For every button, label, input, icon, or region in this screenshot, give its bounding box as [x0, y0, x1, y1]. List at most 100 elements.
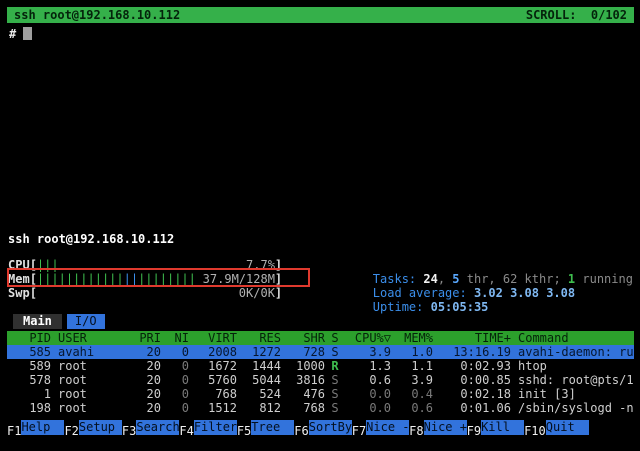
load-15min: 3.08: [546, 286, 575, 300]
uptime-label: Uptime:: [373, 300, 431, 314]
fkey-help[interactable]: F1Help: [7, 420, 64, 435]
bracket: ]: [275, 258, 282, 272]
cell-command: init [3]: [511, 387, 634, 401]
table-row[interactable]: 198 root 20 0 1512 812 768 S 0.0 0.6 0:0…: [7, 401, 634, 415]
cell-pid: 578: [7, 373, 51, 387]
bottom-pane-title: ssh root@192.168.10.112: [7, 231, 634, 247]
fkey-action: Nice +: [424, 420, 467, 435]
uptime-stat: Uptime: 05:05:35: [307, 286, 488, 300]
cell-pri: 20: [127, 373, 161, 387]
cell-command: avahi-daemon: running: [511, 345, 634, 359]
process-table: PID USER PRI NI VIRT RES SHR S CPU%▽ MEM…: [7, 331, 634, 415]
header-command[interactable]: Command: [511, 331, 634, 345]
fkey-nice-minus[interactable]: F7Nice -: [352, 420, 409, 435]
cell-shr: 1000: [281, 359, 325, 373]
top-pane-title: ssh root@192.168.10.112: [14, 8, 180, 22]
cell-state: R: [325, 359, 345, 373]
cell-virt: 768: [189, 387, 237, 401]
fkey-action: Kill: [481, 420, 524, 435]
table-row[interactable]: 589 root 20 0 1672 1444 1000 R 1.3 1.1 0…: [7, 359, 634, 373]
bottom-pane: ssh root@192.168.10.112 CPU[|||7.7%] Tas…: [7, 231, 634, 415]
tab-main[interactable]: Main: [13, 314, 62, 329]
header-pid[interactable]: PID: [7, 331, 51, 345]
cell-pid: 589: [7, 359, 51, 373]
header-res[interactable]: RES: [237, 331, 281, 345]
cell-command: htop: [511, 359, 634, 373]
fkey-tree[interactable]: F5Tree: [237, 420, 294, 435]
cell-state: S: [325, 373, 345, 387]
fkey-search[interactable]: F3Search: [122, 420, 179, 435]
cell-cpu: 0.6: [345, 373, 391, 387]
cpu-meter: CPU[|||7.7%]: [7, 258, 307, 272]
table-row-selected[interactable]: 585 avahi 20 0 2008 1272 728 S 3.9 1.0 1…: [7, 345, 634, 359]
cell-pid: 1: [7, 387, 51, 401]
header-cpu-sort[interactable]: CPU%▽: [345, 331, 391, 345]
cell-pri: 20: [127, 359, 161, 373]
fkey-label: F10: [524, 424, 546, 438]
bracket: [: [30, 258, 37, 272]
cell-mem: 0.6: [391, 401, 433, 415]
header-time[interactable]: TIME+: [433, 331, 511, 345]
cell-time: 0:02.18: [433, 387, 511, 401]
cpu-meter-value: 7.7%: [246, 258, 275, 272]
mem-bar-used: ||||||||||||: [37, 272, 124, 286]
table-header-row[interactable]: PID USER PRI NI VIRT RES SHR S CPU%▽ MEM…: [7, 331, 634, 345]
bracket: [: [30, 272, 37, 286]
uptime-value: 05:05:35: [431, 300, 489, 314]
cell-user: root: [51, 373, 127, 387]
fkey-sortby[interactable]: F6SortBy: [294, 420, 351, 435]
header-pri[interactable]: PRI: [127, 331, 161, 345]
header-ni[interactable]: NI: [161, 331, 189, 345]
cpu-meter-line: CPU[|||7.7%] Tasks: 24, 5 thr, 62 kthr; …: [7, 258, 634, 272]
cell-pid: 198: [7, 401, 51, 415]
fkey-label: F6: [294, 424, 308, 438]
fkey-action: Filter: [194, 420, 237, 435]
scroll-indicator: SCROLL: 0/102: [526, 8, 627, 22]
fkey-quit[interactable]: F10Quit: [524, 420, 589, 435]
load-average-stat: Load average: 3.02 3.08 3.08: [307, 272, 575, 286]
header-virt[interactable]: VIRT: [189, 331, 237, 345]
table-row[interactable]: 578 root 20 0 5760 5044 3816 S 0.6 3.9 0…: [7, 373, 634, 387]
cell-user: root: [51, 387, 127, 401]
header-user[interactable]: USER: [51, 331, 127, 345]
shell-prompt[interactable]: #: [9, 26, 32, 41]
table-row[interactable]: 1 root 20 0 768 524 476 S 0.0 0.4 0:02.1…: [7, 387, 634, 401]
cell-ni: 0: [161, 387, 189, 401]
tab-io[interactable]: I/O: [67, 314, 105, 329]
fkey-action: Nice -: [366, 420, 409, 435]
mem-meter-line: Mem[||||||||||||||||||||||37.9M/128M] Lo…: [7, 272, 634, 286]
cell-command: sshd: root@pts/1: [511, 373, 634, 387]
cell-time: 0:00.85: [433, 373, 511, 387]
cell-ni: 0: [161, 401, 189, 415]
tasks-stat: Tasks: 24, 5 thr, 62 kthr; 1 running: [307, 258, 633, 272]
mem-bar-buffers: ||: [124, 272, 138, 286]
fkey-filter[interactable]: F4Filter: [179, 420, 236, 435]
function-key-bar: F1Help F2Setup F3Search F4Filter F5Tree …: [7, 420, 634, 435]
bracket: ]: [275, 272, 282, 286]
cell-time: 0:01.06: [433, 401, 511, 415]
cell-res: 1272: [237, 345, 281, 359]
fkey-label: F7: [352, 424, 366, 438]
cell-virt: 1672: [189, 359, 237, 373]
cell-pri: 20: [127, 345, 161, 359]
fkey-kill[interactable]: F9Kill: [467, 420, 524, 435]
fkey-nice-plus[interactable]: F8Nice +: [409, 420, 466, 435]
cell-virt: 1512: [189, 401, 237, 415]
mem-meter-label: Mem: [8, 272, 30, 286]
header-shr[interactable]: SHR: [281, 331, 325, 345]
header-state[interactable]: S: [325, 331, 345, 345]
cell-res: 1444: [237, 359, 281, 373]
load-5min: 3.08: [510, 286, 546, 300]
cell-res: 812: [237, 401, 281, 415]
cell-mem: 0.4: [391, 387, 433, 401]
header-mem[interactable]: MEM%: [391, 331, 433, 345]
cell-ni: 0: [161, 345, 189, 359]
fkey-setup[interactable]: F2Setup: [64, 420, 121, 435]
cell-command: /sbin/syslogd -n: [511, 401, 634, 415]
bracket: ]: [275, 286, 282, 300]
cell-virt: 5760: [189, 373, 237, 387]
cpu-meter-bar: |||: [37, 258, 59, 272]
cell-state: S: [325, 345, 345, 359]
running-suffix: running: [575, 272, 633, 286]
fkey-label: F9: [467, 424, 481, 438]
